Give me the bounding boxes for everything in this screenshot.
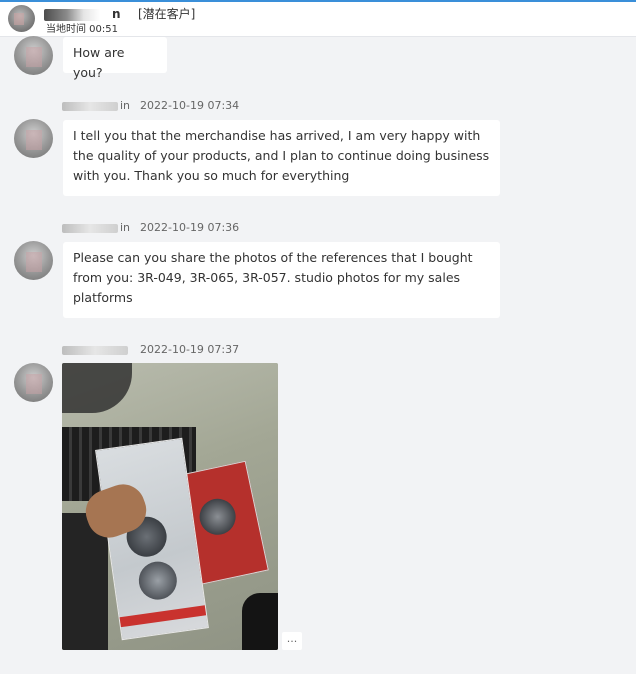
- customer-tag[interactable]: [潜在客户]: [138, 7, 195, 21]
- redacted-sender: [62, 101, 118, 111]
- redacted-name: [44, 8, 110, 21]
- contact-avatar[interactable]: [8, 5, 35, 32]
- sender-avatar[interactable]: [14, 363, 53, 402]
- message-bubble[interactable]: How are you?: [63, 37, 167, 80]
- message-text: Please can you share the photos of the r…: [73, 250, 473, 305]
- message-text: How are you?: [73, 45, 125, 80]
- sender-avatar[interactable]: [14, 241, 53, 280]
- redacted-sender: [62, 223, 118, 233]
- message-bubble[interactable]: I tell you that the merchandise has arri…: [63, 120, 500, 196]
- message-meta: 2022-10-19 07:37: [62, 343, 239, 357]
- more-options-button[interactable]: ...: [282, 632, 302, 650]
- product-photo[interactable]: [62, 363, 278, 650]
- chat-header: n [潜在客户] 当地时间 00:51: [0, 0, 636, 37]
- message-time: 2022-10-19 07:37: [140, 343, 240, 356]
- message-meta: in 2022-10-19 07:34: [62, 99, 239, 113]
- message-text: I tell you that the merchandise has arri…: [73, 128, 490, 183]
- redacted-sender: [62, 345, 128, 355]
- message-meta: in 2022-10-19 07:36: [62, 221, 239, 235]
- message-time: 2022-10-19 07:36: [140, 221, 240, 234]
- contact-name[interactable]: n: [44, 7, 126, 21]
- local-time: 当地时间 00:51: [46, 24, 118, 35]
- sender-avatar[interactable]: [14, 36, 53, 75]
- message-time: 2022-10-19 07:34: [140, 99, 240, 112]
- sender-avatar[interactable]: [14, 119, 53, 158]
- message-bubble[interactable]: Please can you share the photos of the r…: [63, 242, 500, 318]
